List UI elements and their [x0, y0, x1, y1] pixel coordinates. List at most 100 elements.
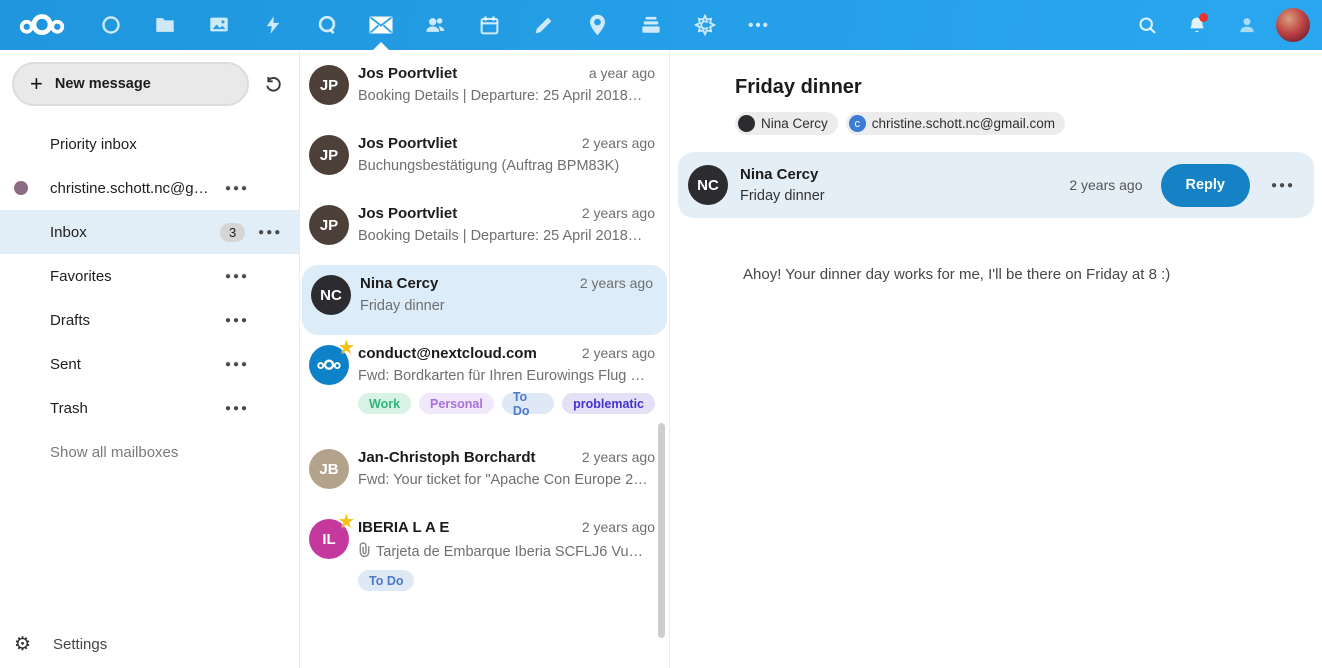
account-color-dot: [14, 181, 28, 195]
tag-todo[interactable]: To Do: [502, 393, 554, 414]
sender-name: Nina Cercy: [360, 275, 438, 292]
sidebar-item-trash[interactable]: Trash ●●●: [0, 386, 299, 430]
message-time: 2 years ago: [580, 275, 653, 291]
message-body: Ahoy! Your dinner day works for me, I'll…: [678, 266, 1314, 283]
sender-name: conduct@nextcloud.com: [358, 345, 537, 362]
notes-icon[interactable]: [516, 0, 570, 50]
sender-avatar: JP: [309, 135, 349, 175]
tag-todo[interactable]: To Do: [358, 570, 414, 591]
sender-name: Jos Poortvliet: [358, 205, 457, 222]
mail-sidebar: + New message Priority inbox christine.s…: [0, 50, 300, 668]
recipient-avatar: c: [849, 115, 866, 132]
maps-icon[interactable]: [570, 0, 624, 50]
activity-icon[interactable]: [246, 0, 300, 50]
favorite-star-icon: ★: [339, 512, 354, 532]
favorites-menu-icon[interactable]: ●●●: [220, 271, 254, 282]
sender-avatar: IL ★: [309, 519, 349, 559]
files-icon[interactable]: [138, 0, 192, 50]
tag-list: Work Personal To Do problematic: [358, 393, 655, 414]
recipient-avatar: [738, 115, 755, 132]
message-menu-icon[interactable]: ●●●: [1266, 180, 1300, 191]
thread-view: Friday dinner Nina Cercy c christine.sch…: [670, 50, 1322, 668]
card-sender-name: Nina Cercy: [740, 166, 1069, 183]
sidebar-item-drafts[interactable]: Drafts ●●●: [0, 298, 299, 342]
sidebar-item-show-all-mailboxes[interactable]: Show all mailboxes: [0, 430, 299, 474]
deck-icon[interactable]: [624, 0, 678, 50]
favorite-star-icon: ★: [339, 338, 354, 358]
message-subject: Fwd: Bordkarten für Ihren Eurowings Flug…: [358, 368, 655, 384]
message-subject: Buchungsbestätigung (Auftrag BPM83K): [358, 158, 655, 174]
talk-icon[interactable]: [300, 0, 354, 50]
message-subject: Friday dinner: [360, 298, 653, 314]
new-message-button[interactable]: + New message: [12, 62, 249, 106]
inbox-menu-icon[interactable]: ●●●: [253, 227, 287, 238]
drafts-menu-icon[interactable]: ●●●: [220, 315, 254, 326]
gear-icon: ⚙: [14, 633, 31, 656]
search-icon[interactable]: [1122, 0, 1172, 50]
message-row[interactable]: ★ conduct@nextcloud.com 2 years ago Fwd:…: [300, 335, 669, 439]
message-subject: Tarjeta de Embarque Iberia SCFLJ6 Vu…: [358, 542, 655, 561]
sender-name: Jos Poortvliet: [358, 65, 457, 82]
sender-name: Jos Poortvliet: [358, 135, 457, 152]
photos-icon[interactable]: [192, 0, 246, 50]
sender-avatar: JB: [309, 449, 349, 489]
contacts-menu-icon[interactable]: [1222, 0, 1272, 50]
sidebar-item-priority-inbox[interactable]: Priority inbox: [0, 122, 299, 166]
sender-name: IBERIA L A E: [358, 519, 449, 536]
sender-avatar: JP: [309, 65, 349, 105]
sidebar-item-sent[interactable]: Sent ●●●: [0, 342, 299, 386]
user-avatar: [1276, 8, 1310, 42]
recipient-chips: Nina Cercy c christine.schott.nc@gmail.c…: [735, 112, 1314, 135]
message-time: 2 years ago: [582, 135, 655, 151]
contacts-icon[interactable]: [408, 0, 462, 50]
collectives-icon[interactable]: [678, 0, 732, 50]
message-row-selected[interactable]: NC Nina Cercy 2 years ago Friday dinner: [302, 265, 667, 335]
notifications-bell-icon[interactable]: [1172, 0, 1222, 50]
mail-icon[interactable]: [354, 0, 408, 50]
more-apps-icon[interactable]: •••: [732, 0, 786, 50]
message-row[interactable]: JB Jan-Christoph Borchardt 2 years ago F…: [300, 439, 669, 509]
sender-avatar: JP: [309, 205, 349, 245]
recipient-chip[interactable]: c christine.schott.nc@gmail.com: [846, 112, 1065, 135]
list-scrollbar-thumb[interactable]: [658, 423, 665, 638]
message-time: 2 years ago: [582, 519, 655, 535]
unread-count-badge: 3: [220, 223, 245, 242]
settings-button[interactable]: ⚙ Settings: [0, 620, 299, 668]
message-time: a year ago: [589, 65, 655, 81]
sidebar-item-account[interactable]: christine.schott.nc@gmail.com ●●●: [0, 166, 299, 210]
reply-button[interactable]: Reply: [1161, 164, 1251, 207]
message-header-card[interactable]: NC Nina Cercy Friday dinner 2 years ago …: [678, 152, 1314, 218]
plus-icon: +: [30, 73, 43, 95]
account-menu-icon[interactable]: ●●●: [220, 183, 254, 194]
card-subject: Friday dinner: [740, 188, 1069, 204]
sidebar-item-favorites[interactable]: Favorites ●●●: [0, 254, 299, 298]
message-subject: Booking Details | Departure: 25 April 20…: [358, 228, 655, 244]
message-row[interactable]: JP Jos Poortvliet 2 years ago Booking De…: [300, 195, 669, 265]
message-row[interactable]: IL ★ IBERIA L A E 2 years ago Tarjeta de…: [300, 509, 669, 613]
tag-work[interactable]: Work: [358, 393, 411, 414]
message-time: 2 years ago: [582, 345, 655, 361]
card-time: 2 years ago: [1069, 177, 1142, 193]
message-subject: Fwd: Your ticket for "Apache Con Europe …: [358, 472, 655, 488]
tag-problematic[interactable]: problematic: [562, 393, 655, 414]
notification-dot: [1199, 13, 1208, 22]
mailbox-list: Priority inbox christine.schott.nc@gmail…: [0, 122, 299, 620]
trash-menu-icon[interactable]: ●●●: [220, 403, 254, 414]
sender-avatar-nextcloud-logo: ★: [309, 345, 349, 385]
calendar-icon[interactable]: [462, 0, 516, 50]
refresh-icon[interactable]: [259, 66, 287, 102]
nextcloud-logo[interactable]: [0, 0, 84, 50]
sidebar-item-inbox[interactable]: Inbox 3 ●●●: [0, 210, 299, 254]
tag-personal[interactable]: Personal: [419, 393, 494, 414]
message-row[interactable]: JP Jos Poortvliet a year ago Booking Det…: [300, 55, 669, 125]
message-subject: Booking Details | Departure: 25 April 20…: [358, 88, 655, 104]
recipient-chip[interactable]: Nina Cercy: [735, 112, 838, 135]
sent-menu-icon[interactable]: ●●●: [220, 359, 254, 370]
user-menu[interactable]: [1272, 0, 1322, 50]
tag-list: To Do: [358, 570, 655, 591]
topbar-spacer: [786, 0, 1122, 50]
message-time: 2 years ago: [582, 205, 655, 221]
message-row[interactable]: JP Jos Poortvliet 2 years ago Buchungsbe…: [300, 125, 669, 195]
dashboard-icon[interactable]: [84, 0, 138, 50]
sender-avatar: NC: [311, 275, 351, 315]
